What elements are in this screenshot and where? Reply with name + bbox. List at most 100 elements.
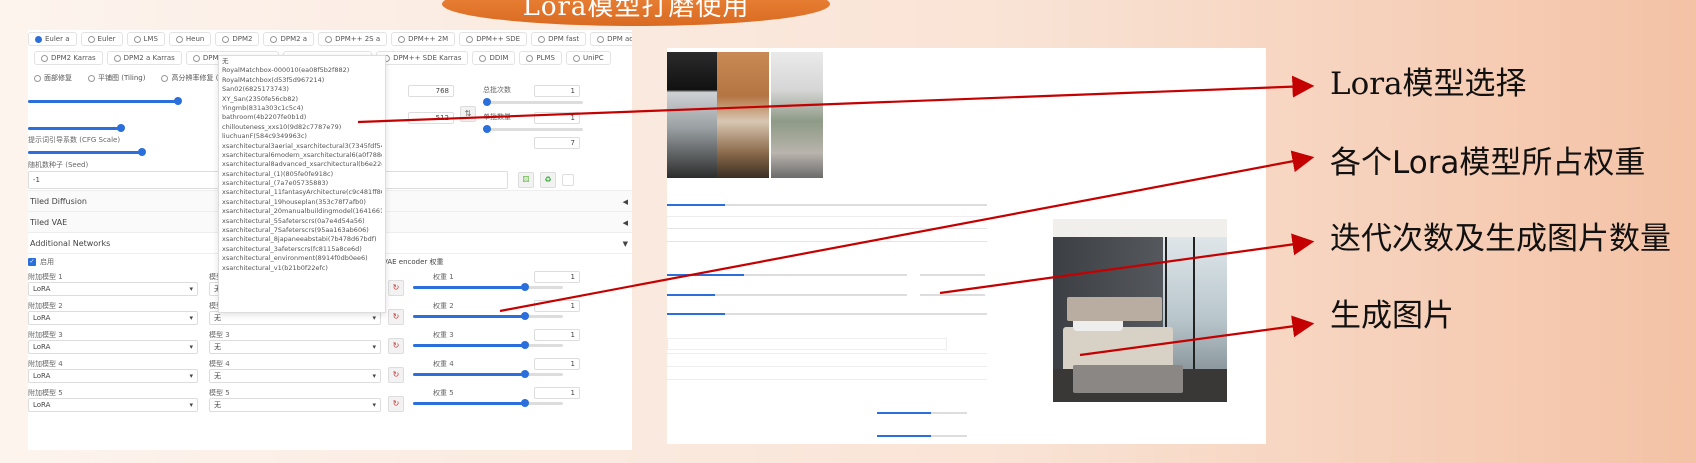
weight-label: 权重 2 bbox=[433, 302, 454, 310]
sampler-option[interactable]: DDIM bbox=[472, 51, 516, 65]
lora-list-item[interactable]: bathroom(4b2207fe0b1d) bbox=[222, 113, 382, 122]
lora-model-select[interactable]: 无▾ bbox=[209, 398, 381, 412]
lora-model-select[interactable]: 无▾ bbox=[209, 369, 381, 383]
sampler-option[interactable]: Heun bbox=[168, 32, 212, 46]
width-input[interactable]: 768 bbox=[408, 85, 454, 97]
lora-list-item[interactable]: xsarchitectural_7Safeterscrs(95aa163ab60… bbox=[222, 226, 382, 235]
sampler-option[interactable]: DPM adaptive bbox=[590, 32, 632, 46]
sampler-option[interactable]: DPM++ 2S a bbox=[318, 32, 388, 46]
sampler-row-lines bbox=[667, 228, 987, 229]
batch-count-input[interactable]: 1 bbox=[534, 85, 580, 97]
lora-weight-input[interactable]: 1 bbox=[534, 271, 580, 283]
lora-list-item[interactable]: xsarchitectural_55afeterscrs(0a7e4d54a56… bbox=[222, 217, 382, 226]
sampler-option[interactable]: UniPC bbox=[565, 51, 611, 65]
lora-list-item[interactable]: RoyalMatchbox-000010(ea08f5b2f882) bbox=[222, 66, 382, 75]
sampler-option[interactable]: DPM2 a Karras bbox=[106, 51, 182, 65]
lora-list-item[interactable]: Yingmb(831a303c1c5c4) bbox=[222, 104, 382, 113]
lora-list-item[interactable]: xsarchitectural_8japaneeabstabi(7b478d67… bbox=[222, 235, 382, 244]
option-checkbox[interactable]: 平铺图 (Tiling) bbox=[82, 71, 151, 85]
lora-weight-input[interactable]: 1 bbox=[534, 358, 580, 370]
lora-weight-slider[interactable] bbox=[413, 283, 563, 291]
height-input[interactable]: 512 bbox=[408, 112, 454, 124]
sampler-option[interactable]: Euler a bbox=[28, 32, 77, 46]
sampler-option[interactable]: LMS bbox=[126, 32, 165, 46]
lora-list-item[interactable]: xsarchitectural_11fantasyArchitecture(c9… bbox=[222, 188, 382, 197]
mini-weight-slider-1[interactable] bbox=[877, 412, 967, 414]
sampler-option[interactable]: DPM2 Karras bbox=[34, 51, 103, 65]
gallery-thumb-2[interactable] bbox=[717, 52, 769, 178]
model-type-select[interactable]: LoRA ▾ bbox=[28, 398, 198, 412]
mini-slider-batch-size[interactable] bbox=[920, 294, 985, 296]
mini-slider-batch-count[interactable] bbox=[920, 274, 985, 276]
lora-list-item[interactable]: xsarchitectural_(1)(805fe0fe918c) bbox=[222, 170, 382, 179]
lora-list-item[interactable]: xsarchitectural_(7a7e05735883) bbox=[222, 179, 382, 188]
cfg-slider[interactable] bbox=[28, 148, 146, 156]
lora-list-item[interactable]: xsarchitectural_environment(8914f0db0ee6… bbox=[222, 254, 382, 263]
section-title: Additional Networks bbox=[30, 239, 111, 248]
lora-list-item[interactable]: xsarchitectural_19houseplan(353c78f7afb0… bbox=[222, 198, 382, 207]
lora-list-item[interactable]: xsarchitectural6modern_xsarchitectural6(… bbox=[222, 151, 382, 160]
lora-list-item[interactable]: xsarchitectural8advanced_xsarchitectural… bbox=[222, 160, 382, 169]
lora-model-select[interactable]: 无▾ bbox=[209, 340, 381, 354]
gallery-thumb-3[interactable] bbox=[771, 52, 823, 178]
model-type-select[interactable]: LoRA ▾ bbox=[28, 311, 198, 325]
swap-size-button[interactable]: ⇅ bbox=[460, 106, 476, 122]
sampler-option[interactable]: DPM2 a bbox=[263, 32, 315, 46]
lora-weight-input[interactable]: 1 bbox=[534, 329, 580, 341]
lora-weight-input[interactable]: 1 bbox=[534, 387, 580, 399]
lora-weight-input[interactable]: 1 bbox=[534, 300, 580, 312]
batch-size-slider[interactable] bbox=[483, 125, 583, 133]
lora-list-item[interactable]: xsarchitectural_20manualbuildingmodel(16… bbox=[222, 207, 382, 216]
batch-size-input[interactable]: 1 bbox=[534, 112, 580, 124]
refresh-icon[interactable]: ↻ bbox=[388, 338, 404, 354]
lora-list-item[interactable]: RoyalMatchbox(d53f5d967214) bbox=[222, 76, 382, 85]
lora-list-item[interactable]: San02(6825173743) bbox=[222, 85, 382, 94]
enable-checkbox[interactable]: ✓ 启用 bbox=[28, 257, 54, 267]
lora-weight-slider[interactable] bbox=[413, 399, 563, 407]
extra-checkbox[interactable] bbox=[562, 174, 574, 186]
lora-list-item[interactable]: 无 bbox=[222, 57, 382, 66]
lora-list-item[interactable]: chillouteness_xxs10(9d82c7787e79) bbox=[222, 123, 382, 132]
lora-list-item[interactable]: liuchuanF(584c9349963c) bbox=[222, 132, 382, 141]
model-type-select[interactable]: LoRA ▾ bbox=[28, 369, 198, 383]
lora-weight-slider[interactable] bbox=[413, 312, 563, 320]
refresh-icon[interactable]: ↻ bbox=[388, 367, 404, 383]
cfg-input[interactable]: 7 bbox=[534, 137, 580, 149]
height-slider[interactable] bbox=[28, 124, 125, 132]
mini-seed-input[interactable] bbox=[667, 338, 947, 350]
model-type-select[interactable]: LoRA ▾ bbox=[28, 282, 198, 296]
gallery-thumb-1[interactable] bbox=[667, 52, 719, 178]
sampler-option[interactable]: Euler bbox=[80, 32, 123, 46]
mini-weight-slider-2[interactable] bbox=[877, 435, 967, 437]
width-slider[interactable] bbox=[28, 97, 182, 105]
lora-weight-slider[interactable] bbox=[413, 370, 563, 378]
model-label: 模型 5 bbox=[209, 389, 230, 397]
sampler-option[interactable]: DPM++ SDE bbox=[459, 32, 528, 46]
refresh-icon[interactable]: ↻ bbox=[388, 396, 404, 412]
sampler-option[interactable]: DPM++ SDE Karras bbox=[376, 51, 469, 65]
lora-list-item[interactable]: xsarchitectural3aerial_xsarchitectural3(… bbox=[222, 142, 382, 151]
sampler-option[interactable]: DPM2 bbox=[215, 32, 260, 46]
recycle-icon[interactable]: ♻ bbox=[540, 172, 556, 188]
chevron-down-icon: ▾ bbox=[372, 372, 376, 380]
mini-slider-steps[interactable] bbox=[667, 204, 987, 206]
lora-model-select[interactable]: 无▾ bbox=[209, 311, 381, 325]
model-type-select[interactable]: LoRA ▾ bbox=[28, 340, 198, 354]
mini-slider-height[interactable] bbox=[667, 294, 907, 296]
lora-weight-slider[interactable] bbox=[413, 341, 563, 349]
mini-slider-width[interactable] bbox=[667, 274, 907, 276]
dice-icon[interactable]: ⚄ bbox=[518, 172, 534, 188]
sampler-option[interactable]: DPM++ 2M bbox=[391, 32, 456, 46]
lora-list-item[interactable]: xsarchitectural_v1(b21b0f22efc) bbox=[222, 264, 382, 273]
batch-count-slider[interactable] bbox=[483, 98, 583, 106]
generated-bedroom-image[interactable] bbox=[1053, 219, 1227, 402]
refresh-icon[interactable]: ↻ bbox=[388, 280, 404, 296]
mini-slider-cfg[interactable] bbox=[667, 313, 987, 315]
refresh-icon[interactable]: ↻ bbox=[388, 309, 404, 325]
lora-list-item[interactable]: xsarchitectural_3afeterscrs(fc8115a8ce6d… bbox=[222, 245, 382, 254]
sampler-option[interactable]: DPM fast bbox=[531, 32, 587, 46]
sampler-option[interactable]: PLMS bbox=[519, 51, 562, 65]
option-checkbox[interactable]: 面部修复 bbox=[28, 71, 78, 85]
lora-model-dropdown-list[interactable]: 无 RoyalMatchbox-000010(ea08f5b2f882) Royal… bbox=[218, 55, 386, 313]
lora-list-item[interactable]: XY_San(2350fe56cb82) bbox=[222, 95, 382, 104]
